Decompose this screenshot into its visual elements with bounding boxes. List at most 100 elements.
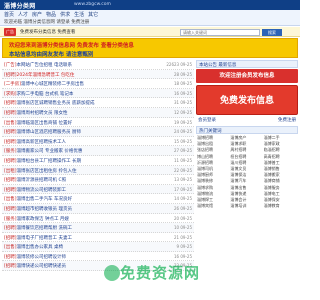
list-item-title[interactable]: [招聘]淄博博山区酒店招聘服务员 厨师 xyxy=(4,129,154,135)
list-item-tag: [招聘] xyxy=(4,187,17,193)
ad-text[interactable]: 免费发布分类信息 免费查看 xyxy=(20,29,75,35)
nav-item-jobs[interactable]: 人才 xyxy=(18,11,28,18)
nav-item-supply[interactable]: 供求 xyxy=(60,11,70,18)
list-item-title[interactable]: [招聘]淄博桓台县工厂招聘操作工 长期 xyxy=(4,158,154,164)
list-item-text[interactable]: 淄博张店区诚聘销售业务员 底薪加提成 xyxy=(17,101,95,106)
list-item-text[interactable]: 淄博博山区酒店招聘服务员 厨师 xyxy=(17,130,81,135)
search-row: 广告 免费发布分类信息 免费查看 搜索 xyxy=(0,27,300,37)
list-item[interactable]: [招聘]淄博物流公司招聘装卸工 17 09-25 xyxy=(2,184,194,195)
register-banner[interactable]: 欢迎注册会员发布信息 xyxy=(196,69,298,83)
nav-item-other[interactable]: 其它 xyxy=(88,11,98,18)
list-item[interactable]: [服务]淄博家政保洁 钟点工 月嫂 20 09-25 xyxy=(2,214,194,224)
list-item-text[interactable]: 淄博快递公司招聘快递员 xyxy=(17,264,67,269)
list-item-text[interactable]: 淄博中心城区精装修二手房出售 xyxy=(21,82,84,87)
list-item-title[interactable]: [出售]淄博临淄区出售商铺 位置好 xyxy=(4,120,154,126)
list-item-title[interactable]: [招聘]淄博餐饮店招聘帮厨 洗碗工 xyxy=(4,225,154,231)
keyword-link[interactable]: 淄博培训 xyxy=(230,203,263,209)
list-item[interactable]: [二手房]淄博中心城区精装修二手房出售 18 09-25 xyxy=(2,79,194,89)
list-item-text[interactable]: 淄博出售二手汽车 车况良好 xyxy=(17,197,72,202)
list-item[interactable]: [出售]淄博出售办公家具 桌椅 9 09-25 xyxy=(2,242,194,252)
list-item-tag: [招聘] xyxy=(4,72,17,78)
list-item[interactable]: [出售]淄博出售二手汽车 车况良好 14 09-25 xyxy=(2,194,194,204)
list-item-title[interactable]: [招聘]淄博超市招聘收银员 理货员 xyxy=(4,206,154,212)
list-item-tag: [广告] xyxy=(4,63,17,68)
nav-item-goods[interactable]: 物品 xyxy=(46,11,56,18)
list-item[interactable]: [招聘]淄博桓台县工厂招聘操作工 长期 11 09-25 xyxy=(2,156,194,166)
list-item-title[interactable]: [求购]求购二手电脑 台式机 笔记本 xyxy=(4,91,154,97)
list-item[interactable]: [招聘]淄博周村招聘文员 限女性 12 09-25 xyxy=(2,107,194,118)
nav-item-home[interactable]: 首页 xyxy=(4,11,14,18)
list-item[interactable]: [招聘]淄博装修公司招聘设计师 16 09-25 xyxy=(2,252,194,262)
list-item-title[interactable]: [招聘]淄博电子厂招聘普工 夫妻工 xyxy=(4,235,154,241)
list-item-meta: 16 09-25 xyxy=(174,90,192,96)
list-item[interactable]: [招聘]2024年淄博急聘普工 包吃住 28 09-25 xyxy=(2,69,194,80)
nav-item-housing[interactable]: 房产 xyxy=(32,11,42,18)
list-item[interactable]: [广告]本网站广告位招租 电话联系 22623 09-25 xyxy=(2,60,194,70)
list-item[interactable]: [招聘]淄博超市招聘收银员 理货员 26 09-25 xyxy=(2,203,194,214)
list-item-text[interactable]: 淄博物流公司招聘装卸工 xyxy=(17,188,67,193)
main-nav: 首页 人才 房产 物品 供求 生活 其它 xyxy=(4,11,98,18)
list-item-text[interactable]: 淄博高新区招聘技术工人 xyxy=(17,140,67,145)
list-item-title[interactable]: [二手房]淄博中心城区精装修二手房出售 xyxy=(4,81,154,87)
list-item-title[interactable]: [招聘]2024年淄博急聘普工 包吃住 xyxy=(4,72,154,78)
list-item-text[interactable]: 淄博张店区出租住房 拎包入住 xyxy=(17,169,77,174)
list-item-text[interactable]: 淄博电子厂招聘普工 夫妻工 xyxy=(17,236,72,241)
list-item[interactable]: [服务]淄博搬家公司 专业搬家 价格优惠 27 09-25 xyxy=(2,146,194,156)
list-item-text[interactable]: 2024年淄博急聘普工 包吃住 xyxy=(17,73,75,78)
list-item-meta: 20 09-25 xyxy=(174,215,192,221)
list-item[interactable]: [求购]求购二手电脑 台式机 笔记本 16 09-25 xyxy=(2,88,194,99)
list-item-title[interactable]: [招聘]淄博高新区招聘技术工人 xyxy=(4,139,154,145)
search-button[interactable]: 搜索 xyxy=(262,28,282,36)
list-item-meta: 26 09-25 xyxy=(174,205,192,211)
sidebar-links: 会员登录 免费注册 xyxy=(196,117,298,123)
list-item-meta: 18 09-25 xyxy=(174,81,192,87)
list-item-text[interactable]: 淄博装修公司招聘设计师 xyxy=(17,255,67,260)
list-item-text[interactable]: 淄博周村招聘文员 限女性 xyxy=(17,111,68,116)
list-item-text[interactable]: 淄博超市招聘收银员 理货员 xyxy=(17,207,72,212)
promo-banner[interactable]: 欢迎您来到淄博分类信息网 免费发布 查看分类信息 本站信息均由网友发布 请注意甄… xyxy=(2,38,298,58)
post-free-banner[interactable]: 免费发布信息 xyxy=(196,85,298,115)
list-item[interactable]: [招聘]淄博电子厂招聘普工 夫妻工 21 09-25 xyxy=(2,233,194,243)
list-item[interactable]: [出售]淄博临淄区出售商铺 位置好 19 09-25 xyxy=(2,118,194,128)
nav-item-life[interactable]: 生活 xyxy=(74,11,84,18)
login-link[interactable]: 会员登录 xyxy=(198,117,216,123)
list-item-title[interactable]: [出售]淄博出售二手汽车 车况良好 xyxy=(4,196,154,202)
list-item-title[interactable]: [招聘]淄博装修公司招聘设计师 xyxy=(4,254,154,260)
list-item-title[interactable]: [出售]淄博出售办公家具 桌椅 xyxy=(4,244,154,250)
list-item-text[interactable]: 本网站广告位招租 电话联系 xyxy=(17,63,72,68)
list-item-title[interactable]: [招聘]淄博沂源县招聘司机 C照 xyxy=(4,177,154,183)
list-item-tag: [招聘] xyxy=(4,226,17,232)
list-item-title[interactable]: [招聘]淄博张店区诚聘销售业务员 底薪加提成 xyxy=(4,100,154,106)
list-item[interactable]: [招聘]淄博沂源县招聘司机 C照 13 09-25 xyxy=(2,175,194,185)
list-item-text[interactable]: 淄博桓台县工厂招聘操作工 长期 xyxy=(17,159,81,164)
list-item[interactable]: [招聘]淄博高新区招聘技术工人 15 09-25 xyxy=(2,137,194,147)
site-logo[interactable]: 淄博分类网 xyxy=(4,1,36,10)
list-item-title[interactable]: [招聘]淄博周村招聘文员 限女性 xyxy=(4,110,154,116)
list-item-text[interactable]: 淄博出售办公家具 桌椅 xyxy=(17,245,63,250)
list-item-text[interactable]: 求购二手电脑 台式机 笔记本 xyxy=(17,92,74,97)
list-item-title[interactable]: [服务]淄博家政保洁 钟点工 月嫂 xyxy=(4,216,154,222)
keyword-link[interactable]: 淄博宾馆 xyxy=(197,203,230,209)
list-item-tag: [招聘] xyxy=(4,110,17,116)
keyword-link[interactable]: 淄博教育 xyxy=(264,203,297,209)
list-item-meta: 24 09-25 xyxy=(174,129,192,135)
register-link[interactable]: 免费注册 xyxy=(278,117,296,123)
list-item-title[interactable]: [广告]本网站广告位招租 电话联系 xyxy=(4,62,154,68)
list-item[interactable]: [出租]淄博张店区出租住房 拎包入住 22 09-25 xyxy=(2,165,194,176)
list-item[interactable]: [招聘]淄博博山区酒店招聘服务员 厨师 24 09-25 xyxy=(2,127,194,137)
list-item-text[interactable]: 淄博搬家公司 专业搬家 价格优惠 xyxy=(17,149,83,154)
list-item-tag: [招聘] xyxy=(4,254,17,260)
list-item-text[interactable]: 淄博沂源县招聘司机 C照 xyxy=(17,178,67,183)
list-item-text[interactable]: 淄博临淄区出售商铺 位置好 xyxy=(17,121,72,126)
list-item[interactable]: [招聘]淄博餐饮店招聘帮厨 洗碗工 10 09-25 xyxy=(2,223,194,233)
list-item-title[interactable]: [出租]淄博张店区出租住房 拎包入住 xyxy=(4,168,154,174)
list-item-meta: 22 09-25 xyxy=(174,167,192,173)
list-item-text[interactable]: 淄博餐饮店招聘帮厨 洗碗工 xyxy=(17,226,72,231)
search-input[interactable] xyxy=(180,28,260,36)
list-item-text[interactable]: 淄博家政保洁 钟点工 月嫂 xyxy=(17,217,69,222)
list-item-tag: [服务] xyxy=(4,216,17,222)
list-item-meta: 9 09-25 xyxy=(176,244,192,250)
list-item-title[interactable]: [服务]淄博搬家公司 专业搬家 价格优惠 xyxy=(4,148,154,154)
list-item-title[interactable]: [招聘]淄博物流公司招聘装卸工 xyxy=(4,187,154,193)
list-item[interactable]: [招聘]淄博张店区诚聘销售业务员 底薪加提成 31 09-25 xyxy=(2,98,194,108)
